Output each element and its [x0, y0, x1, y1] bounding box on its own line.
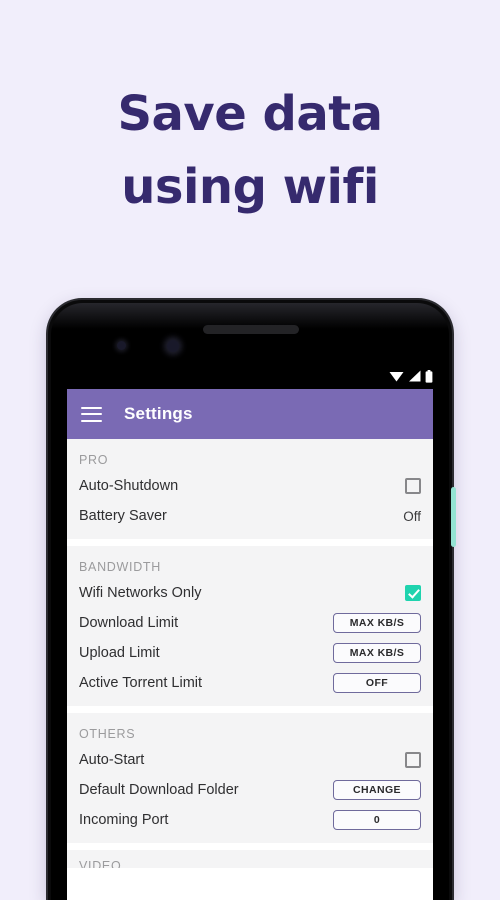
setting-row-default-download-folder[interactable]: Default Download Folder CHANGE — [67, 775, 433, 805]
app-screen: Settings PRO Auto-Shutdown Battery Saver… — [67, 389, 433, 900]
setting-row-auto-start[interactable]: Auto-Start — [67, 745, 433, 775]
phone-bezel: Settings PRO Auto-Shutdown Battery Saver… — [51, 303, 449, 900]
auto-start-checkbox[interactable] — [405, 752, 421, 768]
signal-icon — [409, 370, 421, 382]
setting-label: Wifi Networks Only — [79, 585, 202, 601]
setting-row-incoming-port[interactable]: Incoming Port 0 — [67, 805, 433, 835]
phone-side-button[interactable] — [451, 487, 456, 547]
upload-limit-button[interactable]: MAX KB/S — [333, 643, 421, 663]
phone-mockup: Settings PRO Auto-Shutdown Battery Saver… — [48, 300, 452, 900]
settings-section-others: OTHERS Auto-Start Default Download Folde… — [67, 713, 433, 843]
setting-row-battery-saver[interactable]: Battery Saver Off — [67, 501, 433, 531]
incoming-port-button[interactable]: 0 — [333, 810, 421, 830]
app-bar: Settings — [67, 389, 433, 439]
app-bar-title: Settings — [124, 404, 193, 423]
hamburger-icon[interactable] — [81, 406, 102, 422]
setting-row-wifi-networks-only[interactable]: Wifi Networks Only — [67, 578, 433, 608]
section-header: OTHERS — [79, 727, 136, 741]
wifi-networks-only-checkbox[interactable] — [405, 585, 421, 601]
headline-line-2: using wifi — [121, 158, 379, 215]
setting-row-active-torrent-limit[interactable]: Active Torrent Limit OFF — [67, 668, 433, 698]
setting-label: Auto-Start — [79, 752, 145, 768]
setting-label: Auto-Shutdown — [79, 478, 179, 494]
download-limit-button[interactable]: MAX KB/S — [333, 613, 421, 633]
setting-label: Download Limit — [79, 615, 179, 631]
setting-label: Upload Limit — [79, 645, 160, 661]
battery-saver-value: Off — [403, 508, 421, 524]
active-torrent-limit-button[interactable]: OFF — [333, 673, 421, 693]
page-title: Save data using wifi — [0, 78, 500, 224]
setting-label: Incoming Port — [79, 812, 169, 828]
front-camera-icon — [167, 340, 179, 352]
battery-icon — [425, 369, 433, 383]
sensor-dot-icon — [117, 341, 126, 350]
setting-row-auto-shutdown[interactable]: Auto-Shutdown — [67, 471, 433, 501]
auto-shutdown-checkbox[interactable] — [405, 478, 421, 494]
settings-section-pro: PRO Auto-Shutdown Battery Saver Off — [67, 439, 433, 539]
settings-section-video: VIDEO — [67, 850, 433, 868]
section-header: PRO — [79, 453, 109, 467]
headline-line-1: Save data — [117, 86, 383, 142]
section-header: VIDEO — [79, 859, 122, 868]
setting-row-upload-limit[interactable]: Upload Limit MAX KB/S — [67, 638, 433, 668]
setting-label: Battery Saver — [79, 508, 167, 524]
earpiece-speaker — [203, 325, 299, 334]
settings-list[interactable]: PRO Auto-Shutdown Battery Saver Off BAND… — [67, 439, 433, 900]
change-folder-button[interactable]: CHANGE — [333, 780, 421, 800]
status-bar — [51, 363, 449, 389]
setting-row-download-limit[interactable]: Download Limit MAX KB/S — [67, 608, 433, 638]
wifi-icon — [389, 372, 404, 382]
setting-label: Active Torrent Limit — [79, 675, 203, 691]
settings-section-bandwidth: BANDWIDTH Wifi Networks Only Download Li… — [67, 546, 433, 706]
setting-label: Default Download Folder — [79, 782, 239, 798]
section-header: BANDWIDTH — [79, 560, 161, 574]
